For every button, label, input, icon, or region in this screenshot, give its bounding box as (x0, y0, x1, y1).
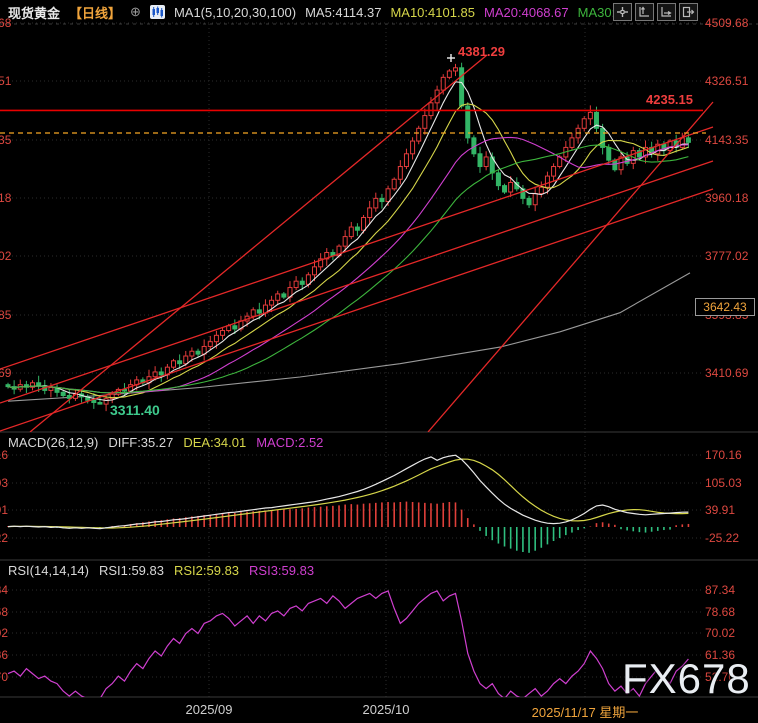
axis-label: 39.91 (705, 503, 736, 517)
ma-settings-label[interactable]: MA1(5,10,20,30,100) (174, 5, 296, 20)
macd-value: MACD:2.52 (256, 435, 324, 450)
fx678-watermark: FX678 (622, 655, 751, 702)
chart-app: 现货黄金 【日线】 ⊕ MA1(5,10,20,30,100) MA5:4114… (0, 0, 758, 723)
rsi2-value: RSI2:59.83 (173, 563, 240, 578)
indicator-settings-icon[interactable]: ⊕ (130, 4, 141, 20)
axis-label: 170.16 (705, 448, 742, 462)
timeframe-label[interactable]: 【日线】 (69, 3, 121, 22)
axis-label: 3410.69 (705, 366, 749, 380)
axis-label: 105.03 (705, 476, 742, 490)
rsi1-value: RSI1:59.83 (98, 563, 164, 578)
axis-label: 105.03 (0, 476, 8, 490)
axis-label: 4326.51 (0, 74, 12, 88)
axis-zoom-vertical-icon[interactable] (635, 3, 654, 21)
date-label: 2025/10 (362, 702, 410, 717)
axis-label: 87.34 (705, 583, 736, 597)
axis-label: 3960.18 (0, 191, 12, 205)
axis-zoom-horizontal-icon[interactable] (657, 3, 676, 21)
axis-label: 52.70 (0, 670, 8, 684)
axis-label: 78.68 (0, 605, 8, 619)
axis-label: 3593.85 (0, 308, 12, 322)
ma5-value: MA5:4114.37 (305, 4, 382, 20)
symbol-title: 现货黄金 (8, 5, 61, 21)
price-alert-box[interactable]: 3642.43 (695, 298, 755, 316)
rsi-panel-header: RSI(14,14,14) RSI1:59.83 RSI2:59.83 RSI3… (8, 563, 314, 578)
axis-label: 170.16 (0, 448, 8, 462)
axis-label: 70.02 (705, 626, 736, 640)
ma10-value: MA10:4101.85 (390, 4, 476, 20)
axis-label: 3777.02 (0, 249, 12, 263)
chart-canvas[interactable] (0, 0, 758, 723)
ma30-value: MA30: (577, 4, 616, 20)
ma20-value: MA20:4068.67 (484, 4, 569, 20)
low-price-annotation: 3311.40 (110, 402, 160, 418)
current-date-label: 2025/11/17 星期一 (531, 705, 639, 720)
date-label: 2025/09 (185, 702, 233, 717)
macd-title[interactable]: MACD(26,12,9) (8, 435, 98, 450)
axis-label: 87.34 (0, 583, 8, 597)
axis-label: -25.22 (705, 531, 740, 545)
axis-label: 4143.35 (0, 133, 12, 147)
rsi3-value: RSI3:59.83 (249, 563, 315, 578)
axis-label: 3410.69 (0, 366, 12, 380)
axis-label: 4326.51 (705, 74, 749, 88)
axis-label: 3777.02 (705, 249, 749, 263)
macd-dea-value: DEA:34.01 (183, 435, 247, 450)
axis-label: 78.68 (705, 605, 736, 619)
axis-label: -25.22 (0, 531, 8, 545)
axis-label: 70.02 (0, 626, 8, 640)
exit-fullscreen-icon[interactable] (679, 3, 698, 21)
high-price-annotation: 4381.29 (458, 44, 505, 59)
chart-toolbar (613, 3, 698, 21)
axis-label: 4143.35 (705, 133, 749, 147)
candlestick-chart-icon[interactable] (149, 5, 165, 19)
axis-label: 39.91 (0, 503, 8, 517)
macd-panel-header: MACD(26,12,9) DIFF:35.27 DEA:34.01 MACD:… (8, 435, 323, 450)
macd-diff-value: DIFF:35.27 (108, 435, 174, 450)
trendline-price-annotation: 4235.15 (646, 92, 693, 107)
rsi-title[interactable]: RSI(14,14,14) (8, 563, 89, 578)
axis-label: 3960.18 (705, 191, 749, 205)
axis-label: 61.36 (0, 648, 8, 662)
pan-crosshair-icon[interactable] (613, 3, 632, 21)
